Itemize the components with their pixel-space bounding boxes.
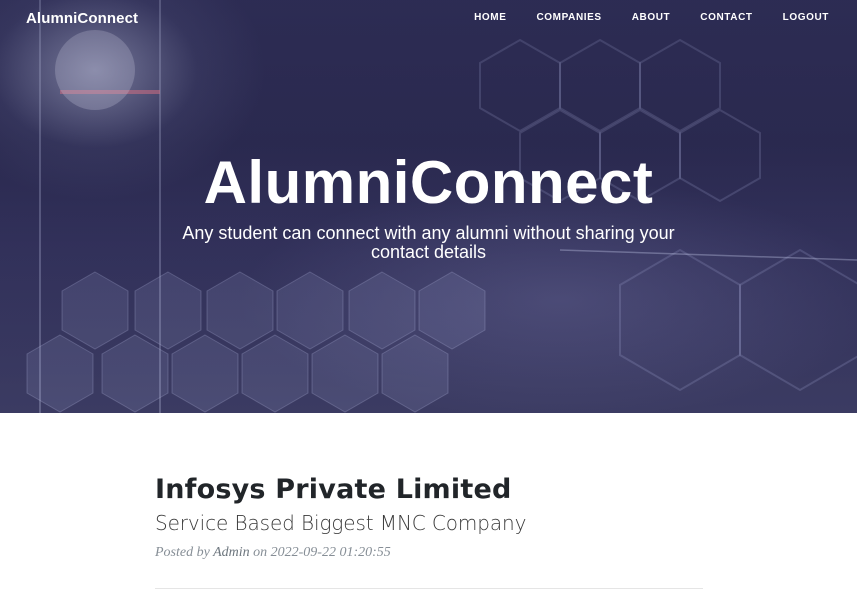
nav-item-about[interactable]: ABOUT <box>632 12 671 23</box>
post-meta: Posted by Admin on 2022-09-22 01:20:55 <box>155 545 703 561</box>
post-preview[interactable]: Infosys Private Limited Service Based Bi… <box>155 474 703 561</box>
nav-item-home[interactable]: HOME <box>474 12 506 23</box>
post-meta-on: on <box>253 545 268 560</box>
nav-item-logout[interactable]: LOGOUT <box>783 12 829 23</box>
post-title[interactable]: Infosys Private Limited <box>155 474 703 505</box>
hero-banner: AlumniConnect HOME COMPANIES ABOUT CONTA… <box>0 0 857 413</box>
post-author: Admin <box>213 545 250 560</box>
hero-title: AlumniConnect <box>203 149 654 216</box>
top-navbar: AlumniConnect HOME COMPANIES ABOUT CONTA… <box>0 0 857 38</box>
post-meta-prefix: Posted by <box>155 545 210 560</box>
post-subtitle[interactable]: Service Based Biggest MNC Company <box>155 511 703 535</box>
post-date: 2022-09-22 01:20:55 <box>270 545 391 560</box>
nav-item-contact[interactable]: CONTACT <box>700 12 752 23</box>
nav-item-companies[interactable]: COMPANIES <box>536 12 601 23</box>
hero-subtitle: Any student can connect with any alumni … <box>182 223 675 262</box>
nav-menu: HOME COMPANIES ABOUT CONTACT LOGOUT <box>444 12 829 23</box>
post-divider <box>155 588 703 589</box>
navbar-brand[interactable]: AlumniConnect <box>26 10 138 27</box>
